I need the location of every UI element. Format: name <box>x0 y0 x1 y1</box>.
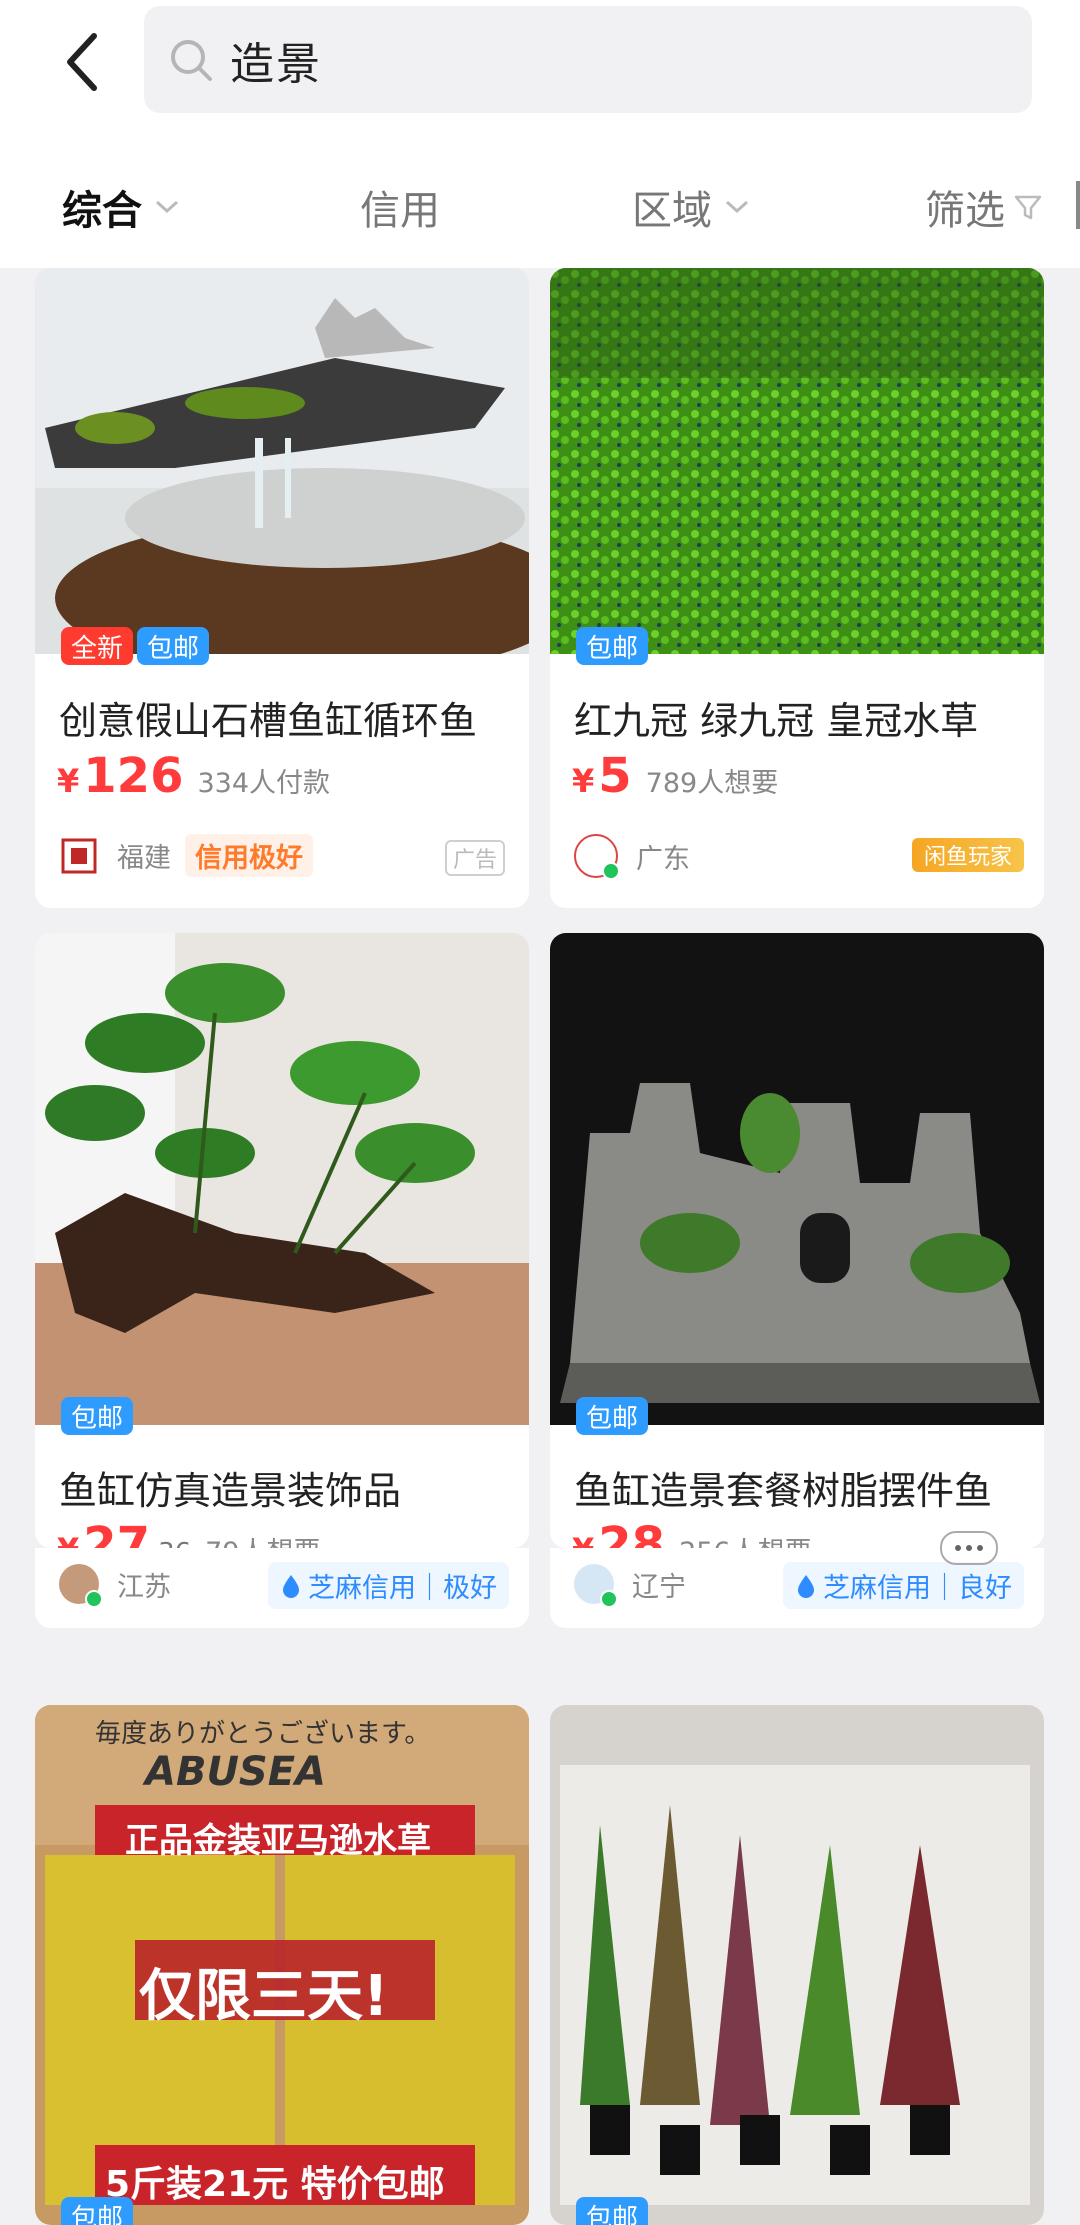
avatar <box>59 1564 103 1608</box>
more-button[interactable] <box>940 1531 998 1565</box>
want-count: 79人想要 <box>205 1530 320 1548</box>
image-caption: 毎度ありがとうございます。 <box>95 1719 431 1749</box>
price: 28 <box>598 1517 666 1548</box>
free-shipping-badge: 包邮 <box>576 1397 649 1435</box>
free-shipping-badge: 包邮 <box>576 627 649 665</box>
tab-credit[interactable]: 信用 <box>360 168 440 246</box>
product-title: 鱼缸造景套餐树脂摆件鱼 <box>574 1469 993 1513</box>
price-row: ¥ 27 36 79人想要 <box>57 1517 321 1548</box>
price: 126 <box>83 748 184 804</box>
sort-tabs: 综合 信用 区域 筛选 <box>0 168 1080 246</box>
chevron-down-icon <box>155 200 179 214</box>
region: 辽宁 <box>632 1571 686 1603</box>
price-row: ¥ 126 334人付款 <box>57 748 330 804</box>
product-title: 鱼缸仿真造景装饰品 <box>59 1469 402 1513</box>
image-headline: 仅限三天! <box>139 1964 389 2029</box>
product-image <box>550 268 1044 654</box>
tab-label: 筛选 <box>925 188 1005 234</box>
search-icon <box>171 39 212 81</box>
free-shipping-badge: 包邮 <box>61 2197 134 2225</box>
filter-icon <box>1014 195 1042 220</box>
image-brand: ABUSEA <box>145 1749 327 1795</box>
avatar <box>59 835 99 876</box>
free-shipping-badge: 包邮 <box>137 627 210 665</box>
back-arrow-icon <box>67 33 97 91</box>
top-bar: 造景 综合 信用 区域 筛选 <box>0 0 1080 268</box>
tab-region[interactable]: 区域 <box>632 168 750 246</box>
currency-symbol: ¥ <box>57 762 80 800</box>
search-query: 造景 <box>230 38 322 90</box>
price: 27 <box>83 1517 151 1548</box>
product-image <box>550 933 1044 1425</box>
image-banner: 正品金装亚马逊水草 <box>125 1821 431 1861</box>
card-footer: 江苏 芝麻信用｜极好 <box>35 1548 529 1628</box>
tab-label: 信用 <box>360 188 440 234</box>
free-shipping-badge: 包邮 <box>61 1397 134 1435</box>
sesame-credit-label: 芝麻信用｜良好 <box>823 1573 1012 1604</box>
badge-group: 全新 包邮 <box>61 627 210 665</box>
image-promo: 5斤装21元 特价包邮 <box>105 2164 445 2205</box>
currency-symbol: ¥ <box>572 1531 594 1548</box>
drop-icon <box>283 1574 299 1598</box>
new-badge: 全新 <box>61 627 134 665</box>
back-button[interactable] <box>54 26 110 98</box>
tab-comprehensive[interactable]: 综合 <box>62 168 180 246</box>
chevron-down-icon <box>725 200 749 214</box>
badge-group: 包邮 <box>576 2197 649 2225</box>
purchase-count: 334人付款 <box>197 768 331 799</box>
product-card[interactable]: 包邮 鱼缸仿真造景装饰品 ¥ 27 36 79人想要 <box>35 933 529 1548</box>
credit-badge: 信用极好 <box>185 834 313 877</box>
sesame-credit-badge: 芝麻信用｜极好 <box>268 1562 509 1609</box>
ad-label: 广告 <box>444 840 505 876</box>
product-card[interactable]: 包邮 <box>550 1705 1044 2225</box>
product-image <box>35 933 529 1425</box>
seller-logo-icon <box>61 838 97 873</box>
original-price: 36 <box>158 1538 191 1548</box>
xianyu-player-badge: 闲鱼玩家 <box>911 838 1024 872</box>
badge-group: 包邮 <box>61 1397 134 1435</box>
divider <box>1076 181 1080 229</box>
badge-group: 包邮 <box>576 627 649 665</box>
region: 江苏 <box>117 1571 171 1603</box>
currency-symbol: ¥ <box>572 762 595 800</box>
product-card[interactable]: 全新 包邮 创意假山石槽鱼缸循环鱼 ¥ 126 334人付款 福建 信用极好 广… <box>35 268 529 908</box>
drop-icon <box>798 1574 814 1598</box>
sesame-credit-label: 芝麻信用｜极好 <box>308 1573 497 1604</box>
product-title: 红九冠 绿九冠 皇冠水草 <box>574 699 979 743</box>
product-card[interactable]: 毎度ありがとうございます。 ABUSEA 正品金装亚马逊水草 仅限三天! 5斤装… <box>35 1705 529 2225</box>
price-row: ¥ 5 789人想要 <box>572 748 778 804</box>
badge-group: 包邮 <box>61 2197 134 2225</box>
search-input[interactable]: 造景 <box>144 6 1032 113</box>
product-image <box>35 268 529 654</box>
region: 广东 <box>636 843 690 875</box>
tab-filter[interactable]: 筛选 <box>925 168 1043 246</box>
currency-symbol: ¥ <box>57 1531 79 1548</box>
product-title: 创意假山石槽鱼缸循环鱼 <box>59 699 478 743</box>
product-image <box>550 1705 1044 2225</box>
avatar <box>574 1564 618 1608</box>
tab-label: 区域 <box>632 188 712 234</box>
region: 福建 <box>117 843 171 874</box>
price-row: ¥ 28 256人想要 <box>572 1517 812 1548</box>
product-card[interactable]: 包邮 鱼缸造景套餐树脂摆件鱼 ¥ 28 256人想要 <box>550 933 1044 1548</box>
badge-group: 包邮 <box>576 1397 649 1435</box>
sesame-credit-badge: 芝麻信用｜良好 <box>783 1562 1024 1609</box>
avatar <box>574 834 620 880</box>
product-card[interactable]: 包邮 红九冠 绿九冠 皇冠水草 ¥ 5 789人想要 广东 闲鱼玩家 <box>550 268 1044 908</box>
want-count: 256人想要 <box>679 1530 812 1548</box>
price: 5 <box>598 748 632 804</box>
tab-label: 综合 <box>62 188 142 234</box>
want-count: 789人想要 <box>645 768 779 799</box>
free-shipping-badge: 包邮 <box>576 2197 649 2225</box>
